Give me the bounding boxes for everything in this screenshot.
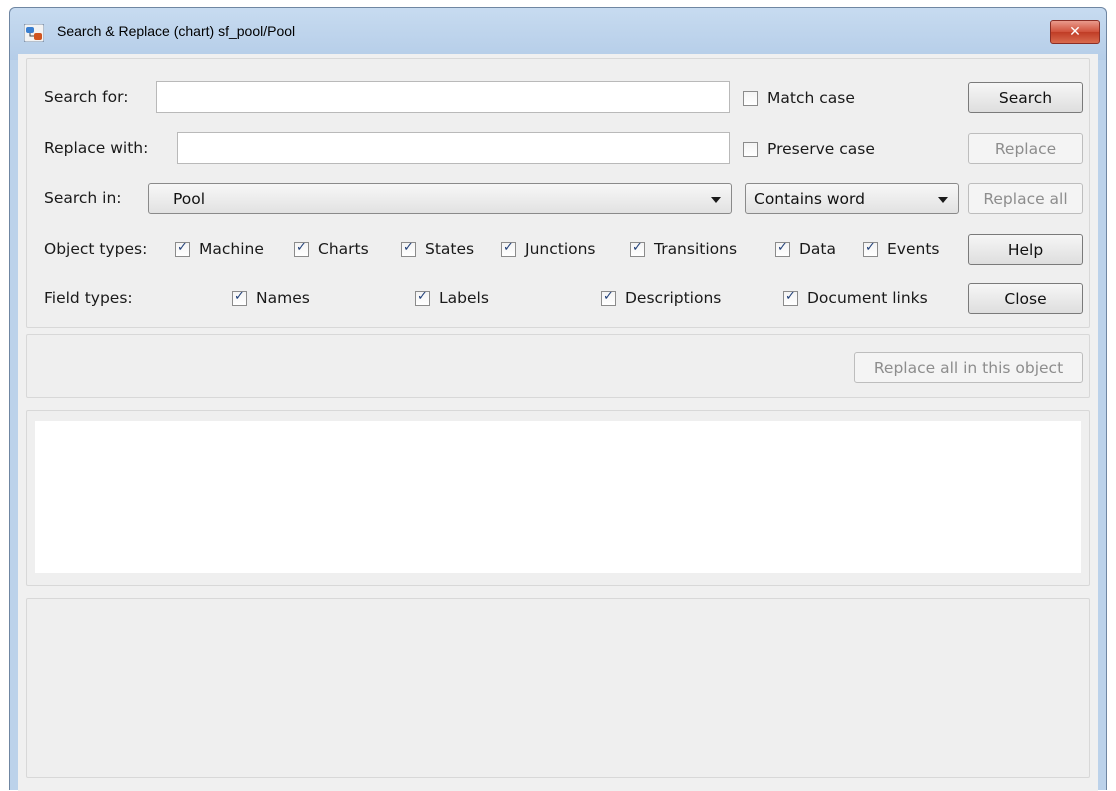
search-for-input[interactable] (156, 81, 730, 113)
window-title: Search & Replace (chart) sf_pool/Pool (57, 23, 296, 39)
match-case-box[interactable] (743, 90, 758, 106)
object-type-events-box[interactable] (863, 240, 878, 257)
object-type-transitions-label: Transitions (654, 240, 738, 258)
object-type-events-label: Events (887, 240, 940, 258)
search-button[interactable]: Search (968, 82, 1083, 113)
object-type-machine-label: Machine (199, 240, 264, 258)
object-type-charts-checkbox[interactable]: Charts (294, 240, 369, 258)
details-panel (26, 598, 1090, 778)
preserve-case-box[interactable] (743, 141, 758, 157)
dialog-body: Search for: Match case Search Replace wi… (18, 54, 1098, 791)
results-list[interactable] (35, 421, 1081, 573)
object-type-junctions-checkbox[interactable]: Junctions (501, 240, 596, 258)
field-type-descriptions-checkbox[interactable]: Descriptions (601, 289, 721, 307)
match-mode-value: Contains word (754, 190, 865, 208)
chevron-down-icon (711, 197, 721, 203)
object-type-events-checkbox[interactable]: Events (863, 240, 939, 258)
help-button[interactable]: Help (968, 234, 1083, 265)
results-panel (26, 410, 1090, 586)
object-type-transitions-checkbox[interactable]: Transitions (630, 240, 737, 258)
field-type-document-links-label: Document links (807, 289, 928, 307)
field-type-descriptions-box[interactable] (601, 289, 616, 306)
field-type-labels-checkbox[interactable]: Labels (415, 289, 489, 307)
object-type-states-checkbox[interactable]: States (401, 240, 474, 258)
object-type-data-box[interactable] (775, 240, 790, 257)
chevron-down-icon (938, 197, 948, 203)
field-type-names-checkbox[interactable]: Names (232, 289, 310, 307)
object-type-states-box[interactable] (401, 240, 416, 257)
search-replace-dialog: Search & Replace (chart) sf_pool/Pool ✕ … (9, 7, 1107, 791)
object-type-machine-checkbox[interactable]: Machine (175, 240, 264, 258)
object-type-transitions-box[interactable] (630, 240, 645, 257)
field-type-document-links-checkbox[interactable]: Document links (783, 289, 928, 307)
search-for-label: Search for: (44, 88, 129, 106)
object-type-charts-label: Charts (318, 240, 369, 258)
preserve-case-checkbox[interactable]: Preserve case (743, 140, 875, 158)
close-button[interactable]: Close (968, 283, 1083, 314)
object-type-data-checkbox[interactable]: Data (775, 240, 836, 258)
field-type-names-label: Names (256, 289, 310, 307)
replace-all-button[interactable]: Replace all (968, 183, 1083, 214)
close-icon[interactable]: ✕ (1050, 20, 1100, 44)
preserve-case-label: Preserve case (767, 140, 875, 158)
object-types-label: Object types: (44, 240, 148, 258)
field-type-labels-label: Labels (439, 289, 489, 307)
object-type-states-label: States (425, 240, 475, 258)
field-type-descriptions-label: Descriptions (625, 289, 722, 307)
match-mode-dropdown[interactable]: Contains word (745, 183, 959, 214)
replace-with-input[interactable] (177, 132, 730, 164)
field-type-labels-box[interactable] (415, 289, 430, 306)
object-type-charts-box[interactable] (294, 240, 309, 257)
object-type-junctions-label: Junctions (525, 240, 596, 258)
search-in-value: Pool (173, 190, 206, 208)
replace-with-label: Replace with: (44, 139, 149, 157)
search-in-dropdown[interactable]: Pool (148, 183, 732, 214)
replace-all-in-object-button[interactable]: Replace all in this object (854, 352, 1083, 383)
field-type-names-box[interactable] (232, 289, 247, 306)
object-type-machine-box[interactable] (175, 240, 190, 257)
object-action-panel: Replace all in this object (26, 334, 1090, 398)
search-options-panel: Search for: Match case Search Replace wi… (26, 58, 1090, 328)
match-case-checkbox[interactable]: Match case (743, 89, 855, 107)
replace-button[interactable]: Replace (968, 133, 1083, 164)
match-case-label: Match case (767, 89, 855, 107)
field-types-label: Field types: (44, 289, 133, 307)
object-type-data-label: Data (799, 240, 837, 258)
field-type-document-links-box[interactable] (783, 289, 798, 306)
title-bar[interactable]: Search & Replace (chart) sf_pool/Pool ✕ (10, 8, 1106, 60)
object-type-junctions-box[interactable] (501, 240, 516, 257)
stateflow-chart-icon (24, 24, 44, 42)
search-in-label: Search in: (44, 189, 122, 207)
